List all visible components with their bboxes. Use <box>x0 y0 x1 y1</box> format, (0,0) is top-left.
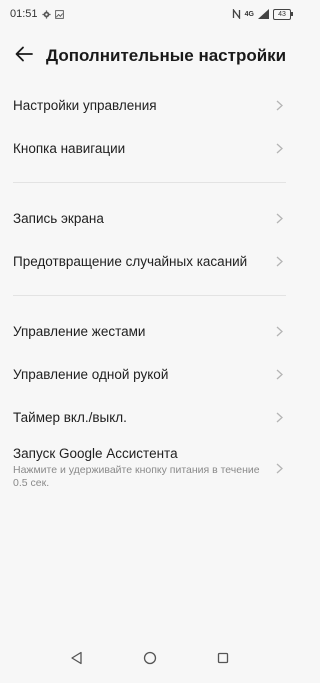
chevron-right-icon <box>273 213 285 225</box>
setting-accidental-touch-prevention[interactable]: Предотвращение случайных касаний <box>0 240 299 283</box>
back-triangle-icon <box>70 651 84 670</box>
status-bar-left: 01:51 <box>10 8 64 20</box>
setting-one-hand-mode[interactable]: Управление одной рукой <box>0 353 299 396</box>
home-circle-icon <box>143 651 157 670</box>
gear-icon <box>41 9 51 19</box>
battery-icon: 43 <box>273 8 293 20</box>
chevron-right-icon <box>273 462 285 474</box>
signal-icon <box>258 9 269 19</box>
chevron-right-icon <box>273 100 285 112</box>
back-arrow-icon <box>15 46 33 67</box>
setting-gesture-control[interactable]: Управление жестами <box>0 310 299 353</box>
settings-list: Настройки управления Кнопка навигации За… <box>0 84 299 497</box>
chevron-right-icon <box>273 326 285 338</box>
setting-control-settings[interactable]: Настройки управления <box>0 84 299 127</box>
setting-label: Управление жестами <box>13 324 146 339</box>
page-title: Дополнительные настройки <box>46 46 287 65</box>
setting-label: Предотвращение случайных касаний <box>13 254 248 269</box>
chevron-right-icon <box>273 143 285 155</box>
chevron-right-icon <box>273 256 285 268</box>
setting-description: Нажмите и удерживайте кнопку питания в т… <box>13 464 260 489</box>
network-4g-icon: 4G <box>244 10 254 18</box>
image-icon <box>54 9 64 19</box>
divider <box>13 295 286 296</box>
status-time: 01:51 <box>10 8 38 20</box>
nav-recents-button[interactable] <box>211 648 235 672</box>
setting-label: Запуск Google Ассистента <box>13 446 178 461</box>
back-button[interactable] <box>12 44 36 68</box>
setting-label: Запись экрана <box>13 211 104 226</box>
nfc-icon <box>232 9 241 19</box>
setting-power-timer[interactable]: Таймер вкл./выкл. <box>0 396 299 439</box>
status-bar: 01:51 4G 43 <box>0 0 299 28</box>
setting-label: Таймер вкл./выкл. <box>13 410 127 425</box>
header: Дополнительные настройки <box>0 34 299 78</box>
setting-label: Кнопка навигации <box>13 141 126 156</box>
battery-level: 43 <box>278 10 286 18</box>
chevron-right-icon <box>273 412 285 424</box>
chevron-right-icon <box>273 369 285 381</box>
recents-square-icon <box>217 651 229 669</box>
nav-home-button[interactable] <box>138 648 162 672</box>
setting-screen-recording[interactable]: Запись экрана <box>0 197 299 240</box>
setting-google-assistant[interactable]: Запуск Google Ассистента Нажмите и удерж… <box>0 439 299 497</box>
divider <box>13 182 286 183</box>
setting-label: Настройки управления <box>13 98 157 113</box>
system-nav-bar <box>0 637 299 683</box>
setting-label: Управление одной рукой <box>13 367 169 382</box>
nav-back-button[interactable] <box>65 648 89 672</box>
status-bar-right: 4G 43 <box>232 8 293 20</box>
setting-navigation-button[interactable]: Кнопка навигации <box>0 127 299 170</box>
